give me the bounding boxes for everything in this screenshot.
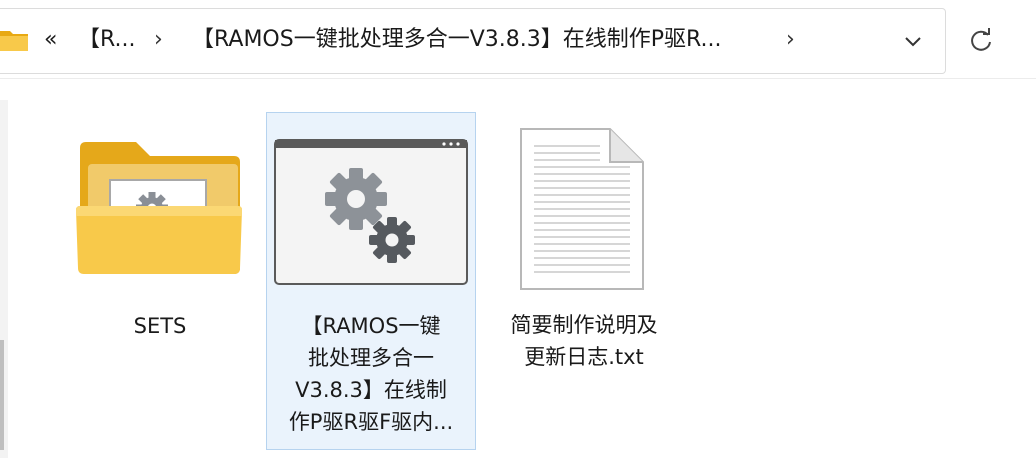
file-item-app[interactable]: 【RAMOS一键 批处理多合一 V3.8.3】在线制 作P驱R驱F驱内...: [266, 112, 476, 450]
file-item-label-line2: 批处理多合一: [308, 346, 434, 370]
refresh-icon[interactable]: [966, 26, 996, 56]
address-bar: « 【R... › 【RAMOS一键批处理多合一V3.8.3】在线制作P驱R..…: [0, 0, 1036, 78]
file-item-label-line2: 更新日志.txt: [524, 345, 644, 369]
breadcrumb-item-parent[interactable]: 【R...: [78, 24, 135, 56]
chevron-right-icon[interactable]: ›: [154, 24, 163, 56]
scrollbar[interactable]: [0, 340, 4, 450]
breadcrumb-item-current[interactable]: 【RAMOS一键批处理多合一V3.8.3】在线制作P驱R...: [192, 24, 764, 56]
file-item-label: SETS: [133, 314, 187, 338]
chevron-right-icon[interactable]: ›: [786, 24, 795, 56]
breadcrumb-overflow[interactable]: «: [44, 24, 57, 56]
file-item-label-line1: 【RAMOS一键: [301, 314, 441, 338]
file-item-txt[interactable]: 简要制作说明及 更新日志.txt: [484, 110, 684, 390]
chevron-down-icon[interactable]: [900, 28, 926, 54]
folder-icon: [0, 31, 28, 51]
folder-gear-icon: [76, 142, 242, 274]
file-item-label-line1: 简要制作说明及: [510, 313, 658, 337]
app-gear-icon: [274, 139, 468, 285]
text-file-icon: [520, 128, 644, 290]
divider: [0, 78, 1036, 79]
file-item-label-line3: V3.8.3】在线制: [295, 378, 447, 402]
file-item-sets-folder[interactable]: SETS: [60, 110, 260, 370]
file-item-label-line4: 作P驱R驱F驱内...: [288, 410, 454, 434]
